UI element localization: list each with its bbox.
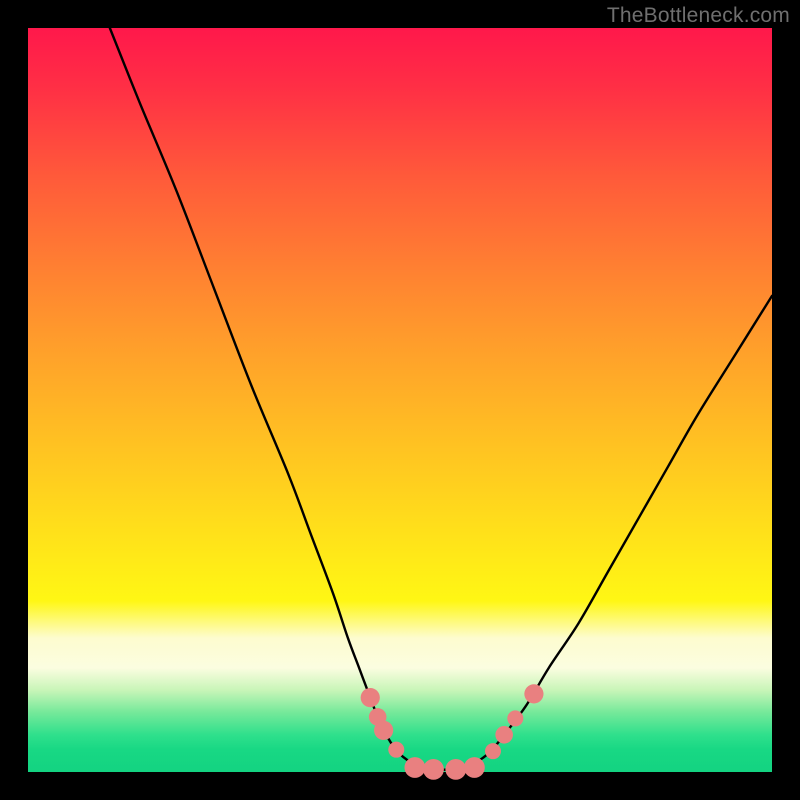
- marker-point: [485, 743, 501, 759]
- marker-point: [423, 759, 444, 780]
- marker-point: [495, 726, 513, 744]
- chart-frame: TheBottleneck.com: [0, 0, 800, 800]
- marker-point: [524, 684, 543, 703]
- marker-point: [404, 757, 425, 778]
- marker-point: [361, 688, 380, 707]
- marker-point: [445, 759, 466, 780]
- curve-right-branch: [445, 296, 772, 770]
- marker-point: [464, 757, 485, 778]
- watermark-text: TheBottleneck.com: [607, 4, 790, 28]
- bottleneck-curve: [28, 28, 772, 772]
- plot-area: [28, 28, 772, 772]
- curve-left-branch: [110, 28, 445, 770]
- marker-point: [374, 721, 393, 740]
- marker-point: [388, 742, 404, 758]
- marker-point: [507, 710, 523, 726]
